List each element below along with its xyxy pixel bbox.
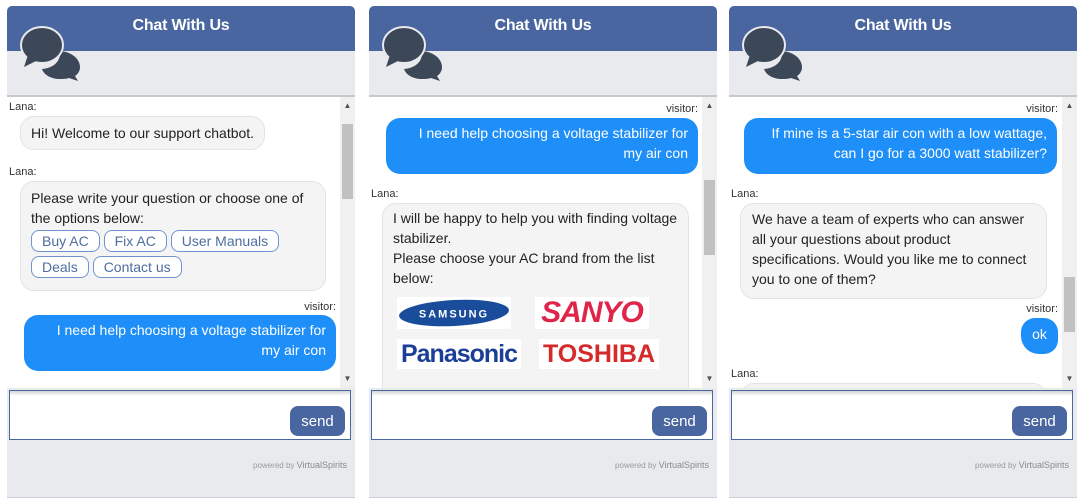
option-user-manuals[interactable]: User Manuals	[170, 230, 280, 252]
samsung-logo-icon: SAMSUNG	[399, 299, 509, 327]
message-line: can I go for a 3000 watt stabilizer?	[833, 145, 1047, 161]
bot-message-partial	[740, 383, 1047, 388]
toshiba-logo-text: TOSHIBA	[542, 340, 656, 368]
input-shadow	[372, 391, 712, 396]
bot-message-brands: I will be happy to help you with finding…	[382, 203, 689, 388]
message-input[interactable]	[376, 397, 646, 433]
message-line: you to one of them?	[752, 271, 876, 287]
svg-text:SAMSUNG: SAMSUNG	[419, 309, 489, 321]
chat-widget-1: Chat With Us Lana: Hi! Welcome to our su…	[7, 6, 355, 498]
bot-message-text: Please write your question or choose one…	[31, 190, 304, 226]
bot-message-options: Please write your question or choose one…	[20, 181, 326, 291]
send-button[interactable]: send	[1012, 406, 1067, 436]
scrollbar[interactable]: ▲ ▼	[1062, 97, 1077, 388]
sender-label: visitor:	[1026, 303, 1058, 315]
scroll-up-arrow-icon[interactable]: ▲	[1062, 99, 1077, 113]
scroll-down-arrow-icon[interactable]: ▼	[340, 372, 355, 386]
user-message: ok	[1021, 318, 1058, 354]
message-line: I will be happy to help you with finding…	[393, 210, 678, 226]
message-list[interactable]: visitor: I need help choosing a voltage …	[369, 95, 717, 388]
sender-label: visitor:	[1026, 103, 1058, 115]
message-input-box: send	[371, 390, 713, 440]
powered-by: powered by VirtualSpirits	[975, 460, 1069, 470]
message-line: stabilizer.	[393, 230, 452, 246]
message-input[interactable]	[14, 397, 284, 433]
scroll-down-arrow-icon[interactable]: ▼	[1062, 372, 1077, 386]
brand-sanyo[interactable]: SANYO	[535, 297, 649, 329]
message-list[interactable]: Lana: Hi! Welcome to our support chatbot…	[7, 95, 355, 388]
scrollbar[interactable]: ▲ ▼	[340, 97, 355, 388]
option-deals[interactable]: Deals	[31, 256, 89, 278]
scroll-thumb[interactable]	[1064, 277, 1075, 332]
sender-label: Lana:	[9, 101, 37, 113]
powered-by-prefix: powered by	[975, 461, 1017, 470]
brand-toshiba[interactable]: TOSHIBA	[539, 339, 659, 369]
message-line: I need help choosing a voltage stabilize…	[56, 322, 326, 338]
brand-panasonic[interactable]: Panasonic	[397, 339, 521, 369]
scroll-thumb[interactable]	[704, 180, 715, 255]
option-fix-ac[interactable]: Fix AC	[103, 230, 167, 252]
chat-bubbles-icon	[382, 26, 442, 81]
message-line: If mine is a 5-star air con with a low w…	[771, 125, 1047, 141]
message-input-box: send	[731, 390, 1073, 440]
scroll-up-arrow-icon[interactable]: ▲	[340, 99, 355, 113]
powered-by-brand[interactable]: VirtualSpirits	[659, 460, 709, 470]
user-message: I need help choosing a voltage stabilize…	[386, 118, 698, 174]
chat-widget-2: Chat With Us visitor: I need help choosi…	[369, 6, 717, 498]
powered-by-prefix: powered by	[253, 461, 295, 470]
brand-samsung[interactable]: SAMSUNG	[397, 297, 511, 329]
option-buy-ac[interactable]: Buy AC	[31, 230, 100, 252]
scroll-thumb[interactable]	[342, 124, 353, 199]
sender-label: visitor:	[304, 301, 336, 313]
sender-label: Lana:	[731, 188, 759, 200]
message-line: my air con	[623, 145, 688, 161]
user-message: If mine is a 5-star air con with a low w…	[744, 118, 1057, 174]
message-line: all your questions about product	[752, 231, 951, 247]
send-button[interactable]: send	[652, 406, 707, 436]
powered-by-prefix: powered by	[615, 461, 657, 470]
bot-message: We have a team of experts who can answer…	[740, 203, 1047, 299]
message-line: I need help choosing a voltage stabilize…	[418, 125, 688, 141]
message-line: We have a team of experts who can answer	[752, 211, 1025, 227]
option-contact-us[interactable]: Contact us	[92, 256, 182, 278]
message-line: my air con	[261, 342, 326, 358]
message-list[interactable]: visitor: If mine is a 5-star air con wit…	[729, 95, 1077, 388]
powered-by-brand[interactable]: VirtualSpirits	[1019, 460, 1069, 470]
scroll-down-arrow-icon[interactable]: ▼	[702, 372, 717, 386]
message-input[interactable]	[736, 397, 1006, 433]
powered-by-brand[interactable]: VirtualSpirits	[297, 460, 347, 470]
message-input-box: send	[9, 390, 351, 440]
chat-bubbles-icon	[20, 26, 80, 81]
message-line: Please choose your AC brand from the lis…	[393, 250, 655, 266]
chat-widget-3: Chat With Us visitor: If mine is a 5-sta…	[729, 6, 1077, 498]
chat-bubbles-icon	[742, 26, 802, 81]
scroll-up-arrow-icon[interactable]: ▲	[702, 99, 717, 113]
powered-by: powered by VirtualSpirits	[253, 460, 347, 470]
message-line: below:	[393, 270, 434, 286]
send-button[interactable]: send	[290, 406, 345, 436]
input-shadow	[732, 391, 1072, 396]
sender-label: Lana:	[9, 166, 37, 178]
user-message: I need help choosing a voltage stabilize…	[24, 315, 336, 371]
sender-label: visitor:	[666, 103, 698, 115]
sender-label: Lana:	[371, 188, 399, 200]
sender-label: Lana:	[731, 368, 759, 380]
scrollbar[interactable]: ▲ ▼	[702, 97, 717, 388]
input-shadow	[10, 391, 350, 396]
bot-message: Hi! Welcome to our support chatbot.	[20, 116, 266, 150]
message-line: specifications. Would you like me to con…	[752, 251, 1027, 267]
powered-by: powered by VirtualSpirits	[615, 460, 709, 470]
sanyo-logo-text: SANYO	[541, 296, 644, 329]
panasonic-logo-text: Panasonic	[400, 340, 518, 368]
